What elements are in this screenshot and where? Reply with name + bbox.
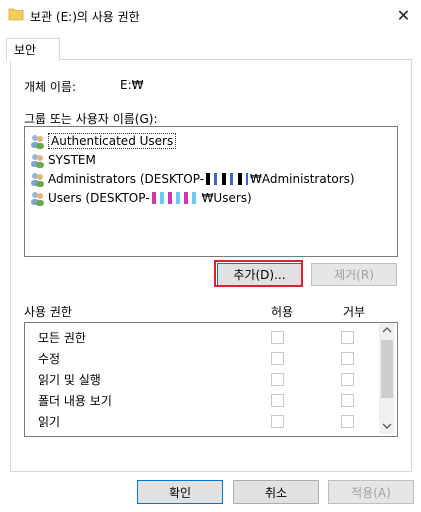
object-name-value: E:₩ xyxy=(120,78,144,92)
object-name-label: 개체 이름: xyxy=(24,80,77,94)
scroll-down-icon[interactable] xyxy=(382,422,392,430)
users-group-icon xyxy=(31,135,44,149)
allow-checkbox[interactable] xyxy=(271,415,284,428)
remove-button[interactable]: 제거(R) xyxy=(311,263,397,286)
deny-header: 거부 xyxy=(343,305,366,319)
users-group-icon xyxy=(31,192,44,206)
permissions-header: 사용 권한 xyxy=(24,305,72,319)
scrollbar-thumb[interactable] xyxy=(381,340,393,398)
close-button[interactable]: ✕ xyxy=(386,0,421,31)
list-item-administrators[interactable]: Administrators (DESKTOP- ₩Administrators… xyxy=(30,170,355,188)
allow-checkbox[interactable] xyxy=(271,394,284,407)
list-item-label: SYSTEM xyxy=(48,153,96,167)
users-group-icon xyxy=(31,154,44,168)
redacted-block xyxy=(151,192,200,204)
users-group-icon xyxy=(31,173,44,187)
list-item-label: Users (DESKTOP- xyxy=(48,191,150,205)
list-item-label: Authenticated Users xyxy=(48,133,177,149)
deny-checkbox[interactable] xyxy=(341,415,354,428)
allow-checkbox[interactable] xyxy=(271,373,284,386)
scroll-up-icon[interactable] xyxy=(382,326,392,334)
permission-full-control: 모든 권한 xyxy=(38,331,86,345)
list-item-system[interactable]: SYSTEM xyxy=(30,151,96,169)
tab-security-label: 보안 xyxy=(14,43,37,57)
redacted-block xyxy=(206,173,249,185)
list-item-authenticated-users[interactable]: Authenticated Users xyxy=(30,132,177,150)
permission-modify: 수정 xyxy=(38,352,61,366)
folder-icon xyxy=(8,8,24,21)
group-users-label: 그룹 또는 사용자 이름(G): xyxy=(24,112,158,126)
allow-header: 허용 xyxy=(271,305,294,319)
list-item-label: Administrators (DESKTOP- xyxy=(48,172,205,186)
ok-button[interactable]: 확인 xyxy=(137,480,223,504)
deny-checkbox[interactable] xyxy=(341,373,354,386)
permission-list-folder: 폴더 내용 보기 xyxy=(38,394,112,408)
deny-checkbox[interactable] xyxy=(341,394,354,407)
cancel-button[interactable]: 취소 xyxy=(233,480,319,504)
allow-checkbox[interactable] xyxy=(271,331,284,344)
permission-read-execute: 읽기 및 실행 xyxy=(38,373,101,387)
allow-checkbox[interactable] xyxy=(271,352,284,365)
deny-checkbox[interactable] xyxy=(341,352,354,365)
list-item-suffix: ₩Administrators) xyxy=(250,172,355,186)
apply-button[interactable]: 적용(A) xyxy=(328,480,414,504)
deny-checkbox[interactable] xyxy=(341,331,354,344)
window-title: 보관 (E:)의 사용 권한 xyxy=(30,10,140,24)
list-item-users[interactable]: Users (DESKTOP- ₩Users) xyxy=(30,189,252,207)
add-button-highlight xyxy=(214,260,303,287)
permission-read: 읽기 xyxy=(38,415,61,429)
list-item-suffix: ₩Users) xyxy=(201,191,252,205)
